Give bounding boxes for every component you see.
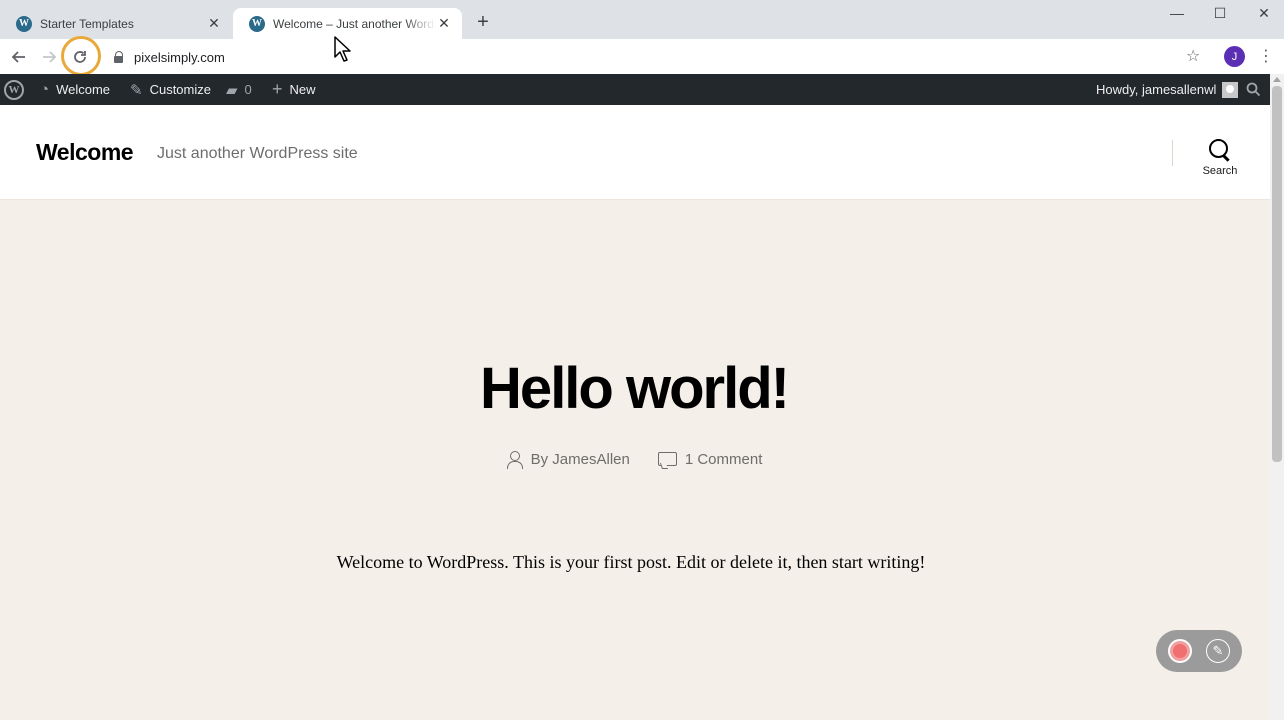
howdy-label: Howdy, jamesallenwl	[1096, 82, 1217, 97]
lock-icon	[114, 51, 124, 63]
close-window-icon[interactable]: ✕	[1252, 4, 1276, 22]
reload-button[interactable]	[69, 46, 91, 68]
star-icon[interactable]: ☆	[1186, 46, 1200, 66]
tab-welcome[interactable]: W Welcome – Just another WordPress site …	[233, 8, 462, 39]
post-author-label: By JamesAllen	[530, 451, 630, 468]
wp-logo-menu[interactable]: W	[4, 74, 24, 105]
screen-recorder-widget: ✎	[1156, 630, 1242, 672]
tab-title: Welcome – Just another WordPress site	[273, 16, 436, 31]
site-description: Just another WordPress site	[157, 145, 358, 162]
page-scrollbar[interactable]	[1270, 74, 1284, 720]
comment-bubble-icon: ▰	[226, 81, 238, 99]
site-name-label: Welcome	[56, 82, 111, 97]
site-header: Welcome Just another WordPress site Sear…	[0, 105, 1270, 200]
post-comments-label: 1 Comment	[684, 451, 763, 468]
profile-avatar[interactable]: J	[1224, 46, 1245, 67]
maximize-icon[interactable]: ☐	[1208, 4, 1232, 22]
address-bar[interactable]: pixelsimply.com	[108, 44, 1208, 70]
minimize-icon[interactable]: —	[1165, 4, 1189, 22]
new-label: New	[289, 82, 316, 97]
comment-icon	[657, 451, 677, 468]
record-icon[interactable]	[1168, 639, 1192, 663]
kebab-menu-icon[interactable]: ⋮	[1258, 46, 1274, 66]
dashboard-icon: ◔	[40, 81, 50, 98]
post-author[interactable]: By JamesAllen	[506, 451, 630, 469]
admin-bar-account[interactable]: Howdy, jamesallenwl	[1096, 74, 1239, 105]
reload-icon	[74, 51, 86, 63]
tab-close-icon[interactable]: ✕	[436, 15, 452, 32]
browser-toolbar: pixelsimply.com ☆ J ⋮	[0, 36, 1284, 76]
admin-bar-customize[interactable]: ✎ Customize	[130, 74, 211, 105]
search-toggle-button[interactable]: Search	[1196, 139, 1244, 187]
admin-bar-new[interactable]: + New	[272, 74, 316, 105]
browser-tab-strip: W Starter Templates ✕ W Welcome – Just a…	[0, 0, 1284, 39]
post-comments-link[interactable]: 1 Comment	[657, 451, 763, 468]
tab-starter-templates[interactable]: W Starter Templates ✕	[0, 8, 232, 39]
admin-bar-site-name[interactable]: ◔ Welcome	[40, 74, 110, 105]
user-avatar	[1222, 81, 1239, 98]
search-label: Search	[1202, 165, 1238, 177]
wp-admin-bar: W ◔ Welcome ✎ Customize ▰ 0 + New Howdy,…	[0, 74, 1270, 105]
back-button[interactable]	[8, 46, 30, 68]
post-meta: By JamesAllen 1 Comment	[0, 451, 1268, 469]
post-area: Hello world! By JamesAllen 1 Comment Wel…	[0, 200, 1270, 720]
scrollbar-thumb[interactable]	[1272, 86, 1282, 462]
search-icon	[1246, 82, 1261, 97]
arrow-right-icon	[43, 51, 57, 63]
person-icon	[506, 451, 523, 469]
url-text: pixelsimply.com	[134, 49, 225, 65]
scroll-up-icon[interactable]	[1273, 77, 1281, 82]
search-icon	[1209, 139, 1231, 161]
post-title[interactable]: Hello world!	[0, 355, 1268, 422]
tab-title: Starter Templates	[40, 16, 134, 31]
admin-bar-comments[interactable]: ▰ 0	[226, 74, 252, 105]
mouse-pointer-icon	[334, 36, 351, 62]
plus-icon: +	[272, 79, 283, 99]
header-divider	[1172, 140, 1173, 166]
comments-count: 0	[244, 82, 252, 97]
tab-close-icon[interactable]: ✕	[206, 15, 222, 32]
site-title[interactable]: Welcome	[36, 139, 134, 166]
customize-label: Customize	[149, 82, 211, 97]
post-content: Welcome to WordPress. This is your first…	[336, 552, 926, 572]
wordpress-icon: W	[16, 15, 32, 32]
brush-icon: ✎	[130, 81, 143, 99]
wordpress-icon: W	[4, 79, 24, 100]
forward-button[interactable]	[38, 46, 60, 68]
admin-bar-search[interactable]	[1246, 74, 1261, 105]
arrow-left-icon	[11, 51, 25, 63]
pencil-icon[interactable]: ✎	[1206, 639, 1230, 663]
wordpress-icon: W	[249, 15, 265, 32]
new-tab-button[interactable]: +	[473, 12, 493, 32]
